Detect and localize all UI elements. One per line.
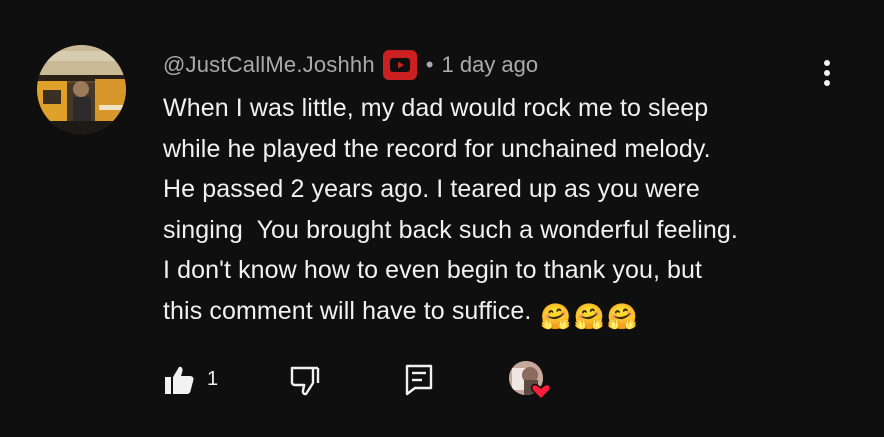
thumbs-up-icon[interactable]	[163, 364, 195, 401]
reply-icon[interactable]	[405, 364, 433, 401]
comment-last-line: this comment will have to suffice. 🤗🤗🤗	[163, 291, 853, 338]
comment-line-text: this comment will have to suffice.	[163, 296, 539, 325]
more-vertical-icon[interactable]	[813, 58, 841, 90]
comment-line: singing You brought back such a wonderfu…	[163, 215, 738, 244]
comment-line: I don't know how to even begin to thank …	[163, 256, 703, 284]
avatar-image	[37, 45, 126, 134]
comment-header: @JustCallMe.Joshhh • 1 day ago	[163, 50, 538, 80]
comment-card: @JustCallMe.Joshhh • 1 day ago When I wa…	[0, 0, 884, 437]
hugging-face-emoji: 🤗	[573, 302, 605, 331]
like-count: 1	[207, 368, 219, 390]
comment-line: When I was little, my dad would rock me …	[163, 94, 709, 122]
comment-line: He passed 2 years ago. I teared up as yo…	[163, 175, 700, 203]
separator-dot: •	[425, 52, 434, 77]
youtube-badge-icon	[382, 50, 417, 80]
comment-text: When I was little, my dad would rock me …	[163, 88, 853, 337]
hugging-face-emoji: 🤗	[540, 302, 572, 331]
creator-heart-icon	[508, 360, 556, 402]
hugging-face-emoji: 🤗	[606, 302, 639, 331]
author-name[interactable]: @JustCallMe.Joshhh	[163, 52, 375, 78]
timestamp[interactable]: 1 day ago	[442, 52, 539, 78]
thumbs-down-icon[interactable]	[289, 366, 321, 401]
comment-line: while he played the record for unchained…	[163, 134, 711, 163]
user-avatar[interactable]	[37, 45, 126, 134]
